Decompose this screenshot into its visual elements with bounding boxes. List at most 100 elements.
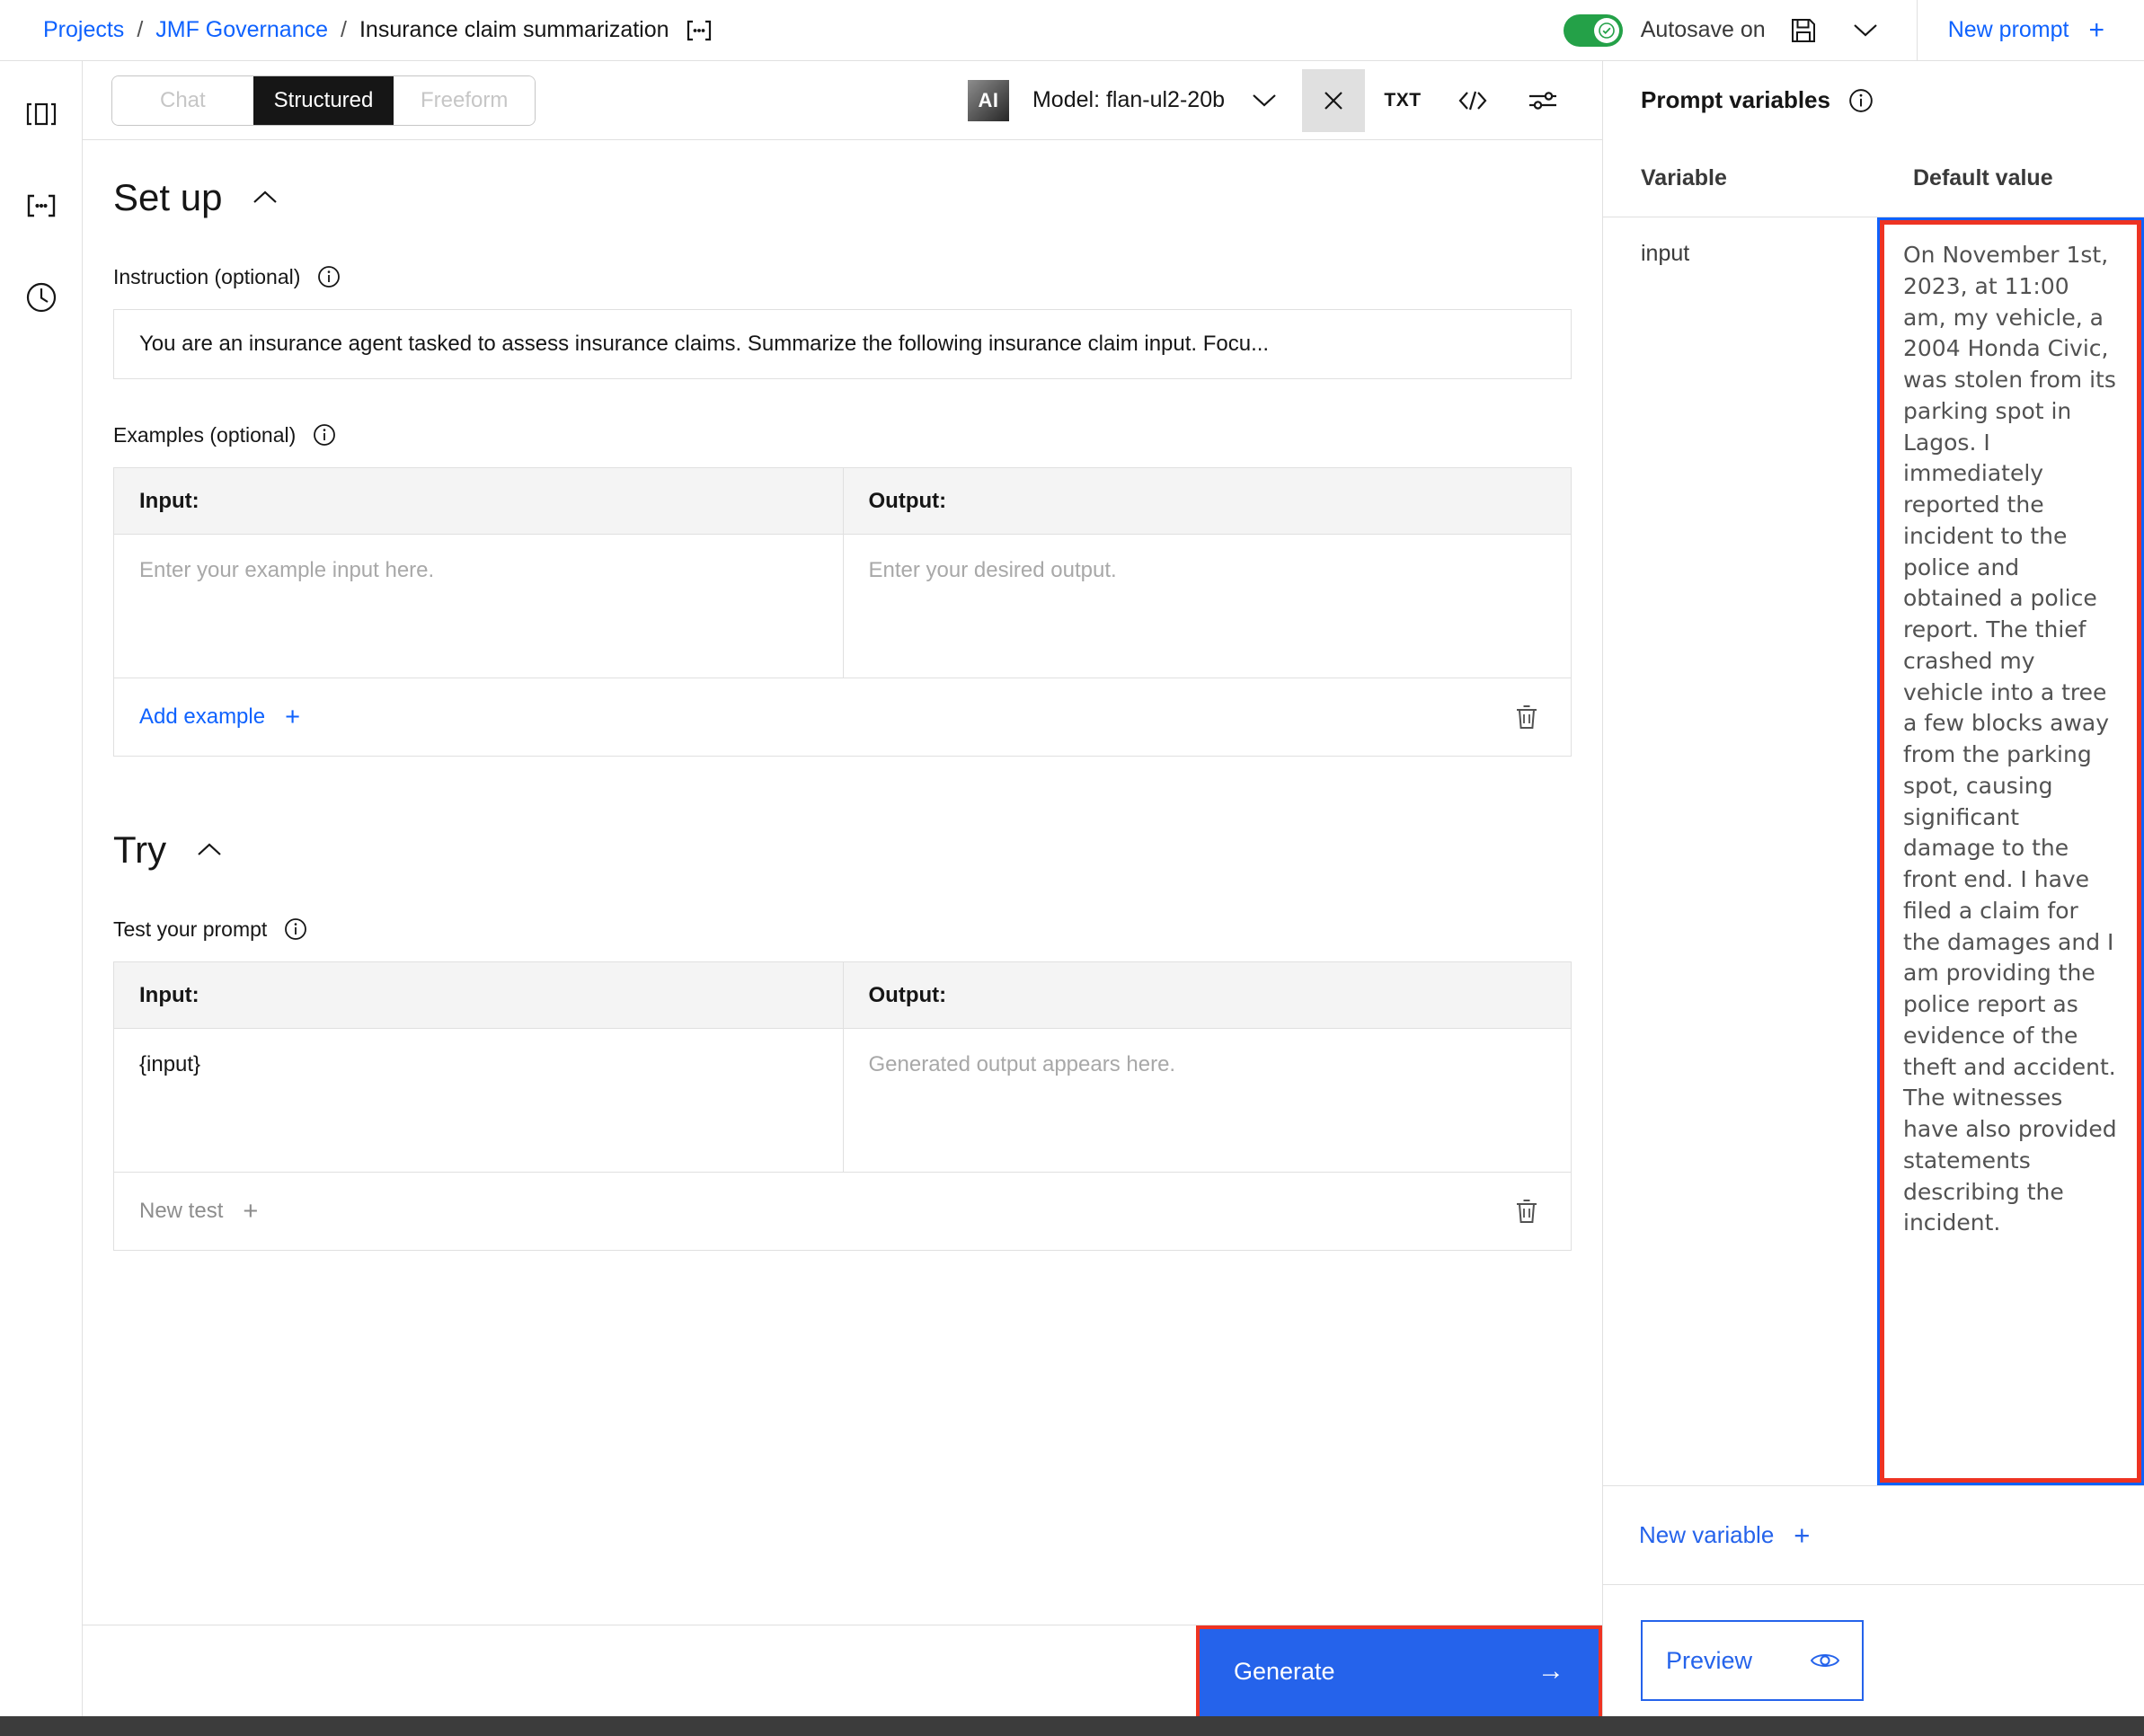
ai-badge-icon: AI <box>967 79 1009 121</box>
generate-label: Generate <box>1234 1658 1335 1685</box>
test-label-row: Test your prompt <box>113 917 1572 942</box>
mode-toolbar: Chat Structured Freeform AI Model: flan-… <box>83 61 1602 140</box>
test-info-icon[interactable] <box>283 917 308 942</box>
autosave-label: Autosave on <box>1640 17 1766 42</box>
breadcrumb: Projects / JMF Governance / Insurance cl… <box>43 17 713 43</box>
new-test-label: New test <box>139 1199 224 1223</box>
example-input-field[interactable]: Enter your example input here. <box>114 535 843 678</box>
center-column: Chat Structured Freeform AI Model: flan-… <box>83 61 1603 1736</box>
instruction-label: Instruction (optional) <box>113 264 301 288</box>
sliders-settings-icon[interactable] <box>1511 68 1575 133</box>
test-output-field: Generated output appears here. <box>842 1029 1572 1172</box>
new-variable-button[interactable]: New variable + <box>1639 1521 1810 1549</box>
variables-table: Variable Default value input On November… <box>1603 140 2144 1736</box>
autosave-toggle[interactable] <box>1563 13 1623 47</box>
save-disk-icon[interactable] <box>1784 11 1823 50</box>
examples-info-icon[interactable] <box>312 422 337 447</box>
top-bar: Projects / JMF Governance / Insurance cl… <box>0 0 2144 61</box>
left-icon-rail <box>0 61 83 1736</box>
setup-section-header: Set up <box>113 178 1572 217</box>
close-x-icon[interactable] <box>1302 68 1365 132</box>
preview-button[interactable]: Preview <box>1641 1620 1864 1701</box>
history-clock-icon[interactable] <box>15 271 67 323</box>
prompt-form: Set up Instruction (optional) You are an… <box>83 140 1602 1625</box>
variable-name-input[interactable]: input <box>1603 217 1877 1485</box>
try-chevron-up-icon[interactable] <box>190 830 229 870</box>
col-default-value: Default value <box>1913 165 2053 190</box>
autosave-toggle-knob <box>1593 17 1619 43</box>
preview-row: Preview <box>1603 1585 2144 1736</box>
new-variable-label: New variable <box>1639 1521 1775 1548</box>
mode-toolbar-right: AI Model: flan-ul2-20b TXT <box>967 61 1602 139</box>
test-table-footer: New test + <box>114 1173 1571 1250</box>
breadcrumb-separator-1: / <box>137 17 144 42</box>
breadcrumb-separator-2: / <box>341 17 347 42</box>
examples-table-header: Input: Output: <box>114 468 1571 535</box>
variables-table-header: Variable Default value <box>1603 140 2144 217</box>
examples-col-output: Output: <box>842 468 1572 534</box>
prompt-variables-title: Prompt variables <box>1641 86 1830 113</box>
examples-table: Input: Output: Enter your example input … <box>113 467 1572 757</box>
plus-icon: + <box>2088 14 2104 45</box>
txt-view-button[interactable]: TXT <box>1370 68 1435 133</box>
new-prompt-button[interactable]: New prompt + <box>1918 14 2144 45</box>
table-row: Enter your example input here. Enter you… <box>114 535 1571 678</box>
code-brackets-icon[interactable] <box>1440 68 1505 133</box>
test-input-field[interactable]: {input} <box>114 1029 843 1172</box>
test-col-output: Output: <box>842 962 1572 1028</box>
instruction-input[interactable]: You are an insurance agent tasked to ass… <box>113 309 1572 379</box>
tab-freeform[interactable]: Freeform <box>394 75 535 125</box>
variables-brackets-icon <box>686 20 713 41</box>
delete-example-trash-icon[interactable] <box>1504 695 1549 740</box>
breadcrumb-current-page: Insurance claim summarization <box>359 17 669 42</box>
test-col-input: Input: <box>139 982 199 1007</box>
breadcrumb-projects-link[interactable]: Projects <box>43 17 124 43</box>
table-row: input On November 1st, 2023, at 11:00 am… <box>1603 217 2144 1486</box>
os-taskbar <box>0 1716 2144 1736</box>
test-table-header: Input: Output: <box>114 962 1571 1029</box>
autosave-group: Autosave on <box>1563 10 1917 51</box>
prompt-variables-header: Prompt variables <box>1603 61 2144 140</box>
arrow-right-icon: → <box>1537 1656 1564 1686</box>
add-example-label: Add example <box>139 704 266 729</box>
prompt-lab-window: Projects / JMF Governance / Insurance cl… <box>0 0 2144 1736</box>
instruction-info-icon[interactable] <box>316 264 341 289</box>
new-test-button[interactable]: New test + <box>139 1196 259 1226</box>
col-variable: Variable <box>1641 165 1727 190</box>
plus-icon: + <box>243 1196 259 1226</box>
eye-icon <box>1810 1649 1840 1672</box>
try-title: Try <box>113 828 167 871</box>
setup-chevron-up-icon[interactable] <box>245 178 285 217</box>
mode-segmented-control: Chat Structured Freeform <box>111 75 536 126</box>
model-chevron-down-icon[interactable] <box>1239 75 1289 126</box>
variable-default-value-text: On November 1st, 2023, at 11:00 am, my v… <box>1903 242 2117 1236</box>
prompt-variables-panel: Prompt variables Variable Default value … <box>1603 61 2144 1736</box>
examples-table-footer: Add example + <box>114 678 1571 756</box>
plus-icon: + <box>1794 1519 1811 1551</box>
prompt-variables-info-icon[interactable] <box>1848 88 1874 113</box>
examples-col-input: Input: <box>139 488 199 513</box>
txt-label: TXT <box>1384 89 1422 111</box>
example-output-field[interactable]: Enter your desired output. <box>842 535 1572 678</box>
test-table: Input: Output: {input} Generated output … <box>113 961 1572 1251</box>
delete-test-trash-icon[interactable] <box>1504 1189 1549 1234</box>
try-section-header: Try <box>113 830 1572 870</box>
preview-label: Preview <box>1666 1646 1753 1674</box>
setup-title: Set up <box>113 176 223 218</box>
variable-default-value-input[interactable]: On November 1st, 2023, at 11:00 am, my v… <box>1877 217 2144 1485</box>
body: Chat Structured Freeform AI Model: flan-… <box>0 61 2144 1736</box>
test-your-prompt-label: Test your prompt <box>113 917 268 941</box>
top-bar-right-controls: Autosave on New prompt + <box>1563 0 2144 61</box>
tab-chat[interactable]: Chat <box>112 75 253 125</box>
tab-structured[interactable]: Structured <box>252 75 394 125</box>
add-example-button[interactable]: Add example + <box>139 704 300 731</box>
examples-label: Examples (optional) <box>113 422 297 447</box>
save-options-chevron-down-icon[interactable] <box>1845 10 1886 51</box>
variables-brackets-icon[interactable] <box>15 180 67 232</box>
table-row: {input} Generated output appears here. <box>114 1029 1571 1173</box>
breadcrumb-project-link[interactable]: JMF Governance <box>155 17 328 43</box>
plus-icon: + <box>285 702 301 731</box>
new-variable-row: New variable + <box>1603 1486 2144 1585</box>
panel-layout-icon[interactable] <box>15 88 67 140</box>
